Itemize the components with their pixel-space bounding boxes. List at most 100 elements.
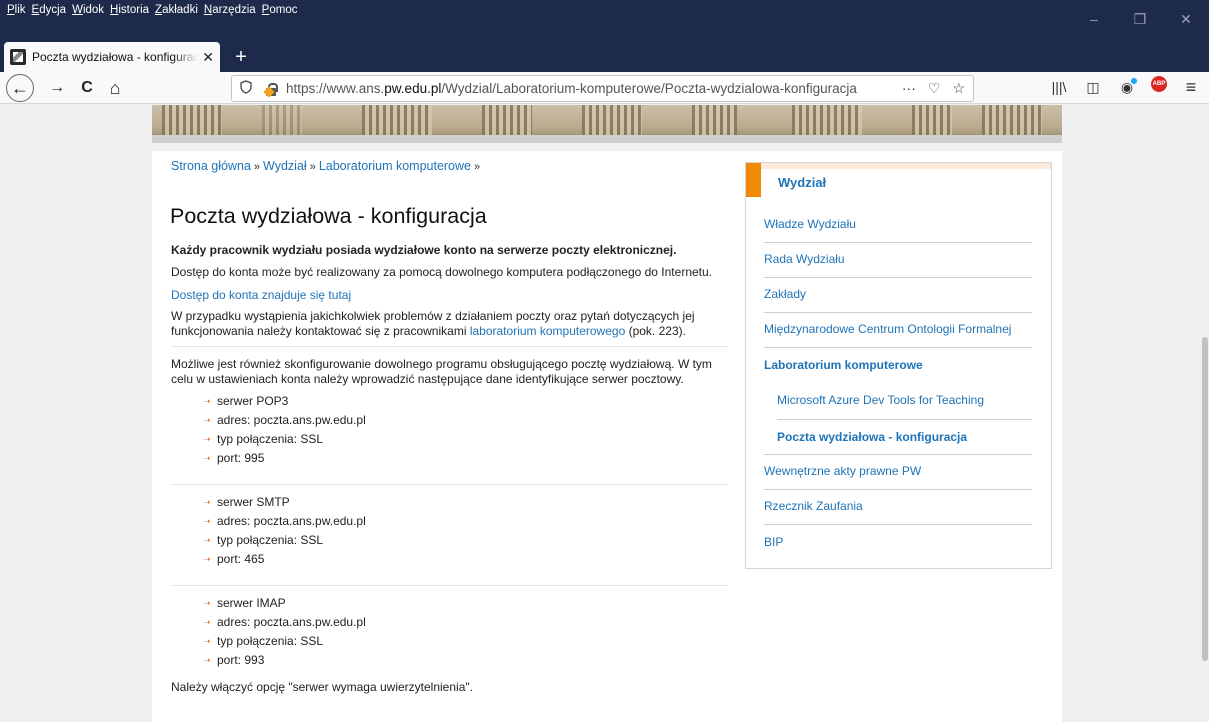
divider <box>171 585 727 586</box>
header-banner-image <box>152 105 1062 143</box>
close-window-button[interactable]: ✕ <box>1163 0 1209 38</box>
menu-edycja[interactable]: Edycja <box>29 4 70 16</box>
tab-strip: Poczta wydziałowa - konfiguracja ✕ + <box>0 38 1209 72</box>
access-text: Dostęp do konta może być realizowany za … <box>171 265 713 279</box>
tracking-shield-icon[interactable] <box>240 80 254 97</box>
title-bar: Plik Edycja Widok Historia Zakładki Narz… <box>0 0 1209 38</box>
list-item: ➝ serwer IMAP <box>203 596 286 610</box>
menu-bar: Plik Edycja Widok Historia Zakładki Narz… <box>4 4 300 16</box>
arrow-bullet-icon: ➝ <box>203 434 211 444</box>
home-button[interactable]: ⌂ <box>102 76 128 100</box>
arrow-bullet-icon: ➝ <box>203 396 211 406</box>
arrow-bullet-icon: ➝ <box>203 554 211 564</box>
arrow-bullet-icon: ➝ <box>203 636 211 646</box>
sidebar-item-centrum-ontologii[interactable]: Międzynarodowe Centrum Ontologii Formaln… <box>764 313 1032 348</box>
list-item: ➝ serwer SMTP <box>203 495 290 509</box>
contact-paragraph: W przypadku wystąpienia jakichkolwiek pr… <box>171 309 695 338</box>
breadcrumb: Strona główna» Wydział» Laboratorium kompu… <box>171 159 481 173</box>
sidebar-item-wladze[interactable]: Władze Wydziału <box>764 208 1032 243</box>
article-content: Każdy pracownik wydziału posiada wydział… <box>171 243 727 701</box>
auth-note: Należy włączyć opcję "serwer wymaga uwie… <box>171 680 473 694</box>
menu-widok[interactable]: Widok <box>69 4 107 16</box>
arrow-bullet-icon: ➝ <box>203 535 211 545</box>
menu-hamburger-icon[interactable]: ≡ <box>1181 76 1201 98</box>
sidebar-item-rzecznik[interactable]: Rzecznik Zaufania <box>764 490 1032 525</box>
navigation-toolbar: ← → C ⌂ https://www.ans.pw.edu.pl/Wydzia… <box>0 72 1209 104</box>
breadcrumb-wydzial[interactable]: Wydział <box>263 159 307 173</box>
list-item: ➝ typ połączenia: SSL <box>203 533 324 547</box>
intro-text: Każdy pracownik wydziału posiada wydział… <box>171 243 677 257</box>
url-bar[interactable]: https://www.ans.pw.edu.pl/Wydzial/Labora… <box>231 75 974 102</box>
arrow-bullet-icon: ➝ <box>203 617 211 627</box>
site-favicon-icon <box>10 49 26 65</box>
laboratory-link[interactable]: laboratorium komputerowego <box>470 324 625 338</box>
arrow-bullet-icon: ➝ <box>203 655 211 665</box>
tab-close-icon[interactable]: ✕ <box>202 49 214 66</box>
sidebar-item-laboratorium[interactable]: Laboratorium komputerowe <box>764 348 1032 383</box>
list-item: ➝ port: 995 <box>203 451 265 465</box>
list-item: ➝ typ połączenia: SSL <box>203 634 324 648</box>
divider <box>171 346 727 347</box>
toolbar-icons: |||\ ◫ ◉ ABP ≡ <box>1049 76 1209 98</box>
url-actions: ··· ♡ ☆ <box>902 80 965 97</box>
breadcrumb-laboratorium[interactable]: Laboratorium komputerowe <box>319 159 471 173</box>
sidebar-accent-bar <box>746 163 761 197</box>
arrow-bullet-icon: ➝ <box>203 516 211 526</box>
scrollbar-thumb[interactable] <box>1202 337 1208 661</box>
sidebar-item-poczta[interactable]: Poczta wydziałowa - konfiguracja <box>777 420 1032 455</box>
list-item: ➝ serwer POP3 <box>203 394 289 408</box>
sidebar-list: Władze Wydziału Rada Wydziału Zakłady Mi… <box>764 208 1032 560</box>
sidebar-icon[interactable]: ◫ <box>1083 76 1103 98</box>
restore-button[interactable]: ❐ <box>1117 0 1163 38</box>
list-item: ➝ adres: poczta.ans.pw.edu.pl <box>203 413 366 427</box>
reload-button[interactable]: C <box>74 76 100 100</box>
back-button[interactable]: ← <box>6 74 34 102</box>
menu-pomoc[interactable]: Pomoc <box>259 4 301 16</box>
tab-active[interactable]: Poczta wydziałowa - konfiguracja ✕ <box>4 42 220 72</box>
menu-narzedzia[interactable]: Narzędzia <box>201 4 259 16</box>
menu-plik[interactable]: Plik <box>4 4 29 16</box>
menu-zakladki[interactable]: Zakładki <box>152 4 201 16</box>
account-access-link[interactable]: Dostęp do konta znajduje się tutaj <box>171 288 351 302</box>
url-text[interactable]: https://www.ans.pw.edu.pl/Wydzial/Labora… <box>286 81 857 96</box>
page-content: Strona główna» Wydział» Laboratorium kompu… <box>152 151 1062 722</box>
page-title: Poczta wydziałowa - konfiguracja <box>170 204 487 228</box>
list-item: ➝ port: 465 <box>203 552 265 566</box>
list-item: ➝ adres: poczta.ans.pw.edu.pl <box>203 615 366 629</box>
menu-historia[interactable]: Historia <box>107 4 152 16</box>
arrow-bullet-icon: ➝ <box>203 453 211 463</box>
sidebar-menu: Wydział Władze Wydziału Rada Wydziału Za… <box>745 162 1052 569</box>
page-viewport: Strona główna» Wydział» Laboratorium kompu… <box>0 105 1209 722</box>
library-icon[interactable]: |||\ <box>1049 76 1069 98</box>
scrollbar-track[interactable] <box>1201 105 1209 722</box>
window-controls: – ❐ ✕ <box>1071 0 1209 38</box>
arrow-bullet-icon: ➝ <box>203 497 211 507</box>
sidebar-item-bip[interactable]: BIP <box>764 525 1032 560</box>
pocket-icon[interactable]: ♡ <box>928 80 941 97</box>
sidebar-item-azure[interactable]: Microsoft Azure Dev Tools for Teaching <box>777 383 1032 420</box>
tab-title: Poczta wydziałowa - konfiguracja <box>32 50 199 64</box>
sidebar-header: Wydział <box>746 163 1051 197</box>
list-item: ➝ adres: poczta.ans.pw.edu.pl <box>203 514 366 528</box>
page-actions-icon[interactable]: ··· <box>902 80 916 97</box>
pop3-settings-list: ➝ serwer POP3 ➝ adres: poczta.ans.pw.edu.p… <box>171 392 727 468</box>
list-item: ➝ port: 993 <box>203 653 265 667</box>
list-item: ➝ typ połączenia: SSL <box>203 432 324 446</box>
sidebar-item-zaklady[interactable]: Zakłady <box>764 278 1032 313</box>
bookmark-star-icon[interactable]: ☆ <box>952 80 965 97</box>
sidebar-item-rada[interactable]: Rada Wydziału <box>764 243 1032 278</box>
new-tab-button[interactable]: + <box>228 44 254 70</box>
account-icon[interactable]: ◉ <box>1117 76 1137 98</box>
minimize-button[interactable]: – <box>1071 0 1117 38</box>
config-paragraph: Możliwe jest również skonfigurowanie dow… <box>171 357 712 386</box>
arrow-bullet-icon: ➝ <box>203 598 211 608</box>
imap-settings-list: ➝ serwer IMAP ➝ adres: poczta.ans.pw.edu.p… <box>171 594 727 670</box>
sidebar-title: Wydział <box>778 174 827 190</box>
divider <box>171 484 727 485</box>
adblock-icon[interactable]: ABP <box>1151 76 1167 92</box>
smtp-settings-list: ➝ serwer SMTP ➝ adres: poczta.ans.pw.edu.p… <box>171 493 727 569</box>
arrow-bullet-icon: ➝ <box>203 415 211 425</box>
forward-button[interactable]: → <box>44 76 70 100</box>
breadcrumb-home[interactable]: Strona główna <box>171 159 251 173</box>
sidebar-item-akty-prawne[interactable]: Wewnętrzne akty prawne PW <box>764 455 1032 490</box>
